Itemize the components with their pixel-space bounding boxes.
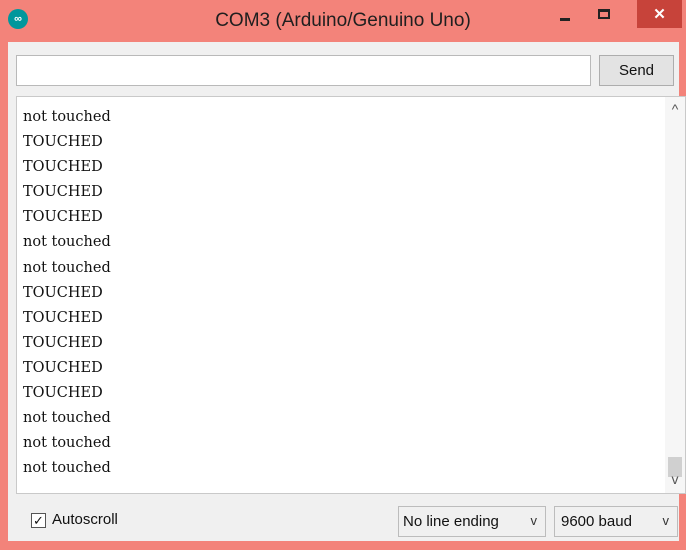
output-line: not touched (23, 435, 111, 452)
line-ending-value: No line ending (403, 513, 499, 530)
output-line: TOUCHED (23, 284, 103, 301)
autoscroll-label[interactable]: Autoscroll (52, 511, 118, 528)
autoscroll-checkbox[interactable]: ✓ (31, 513, 46, 528)
output-line: TOUCHED (23, 184, 103, 201)
scroll-up-icon[interactable]: ^ (665, 101, 685, 117)
output-line: TOUCHED (23, 359, 103, 376)
minimize-icon (560, 17, 570, 21)
baud-rate-value: 9600 baud (561, 513, 632, 530)
minimize-button[interactable] (552, 0, 578, 30)
output-line: not touched (23, 234, 111, 251)
output-line: TOUCHED (23, 209, 103, 226)
serial-input-field[interactable] (16, 55, 591, 86)
vertical-scrollbar[interactable]: ^ v (665, 97, 685, 493)
close-button[interactable]: ✕ (637, 0, 682, 28)
output-line: TOUCHED (23, 385, 103, 402)
title-bar[interactable]: ∞ COM3 (Arduino/Genuino Uno) ✕ (0, 0, 686, 42)
output-line: TOUCHED (23, 334, 103, 351)
output-line: not touched (23, 259, 111, 276)
serial-monitor-window: ∞ COM3 (Arduino/Genuino Uno) ✕ Send not … (0, 0, 686, 550)
chevron-down-icon: v (662, 513, 670, 528)
output-lines: not touched TOUCHED TOUCHED TOUCHED TOUCHED n… (23, 105, 111, 481)
window-title: COM3 (Arduino/Genuino Uno) (215, 10, 471, 31)
output-line: TOUCHED (23, 309, 103, 326)
line-ending-select[interactable]: No line ending v (398, 506, 546, 537)
output-line: not touched (23, 109, 111, 125)
send-button[interactable]: Send (599, 55, 674, 86)
output-line: not touched (23, 460, 111, 477)
output-line: not touched (23, 410, 111, 427)
scroll-down-icon[interactable]: v (665, 471, 685, 487)
output-line: TOUCHED (23, 134, 103, 151)
output-line: TOUCHED (23, 159, 103, 176)
chevron-down-icon: v (530, 513, 538, 528)
serial-output-area[interactable]: not touched TOUCHED TOUCHED TOUCHED TOUCHED n… (16, 96, 686, 494)
maximize-icon (598, 9, 610, 19)
maximize-button[interactable] (590, 0, 618, 30)
baud-rate-select[interactable]: 9600 baud v (554, 506, 678, 537)
